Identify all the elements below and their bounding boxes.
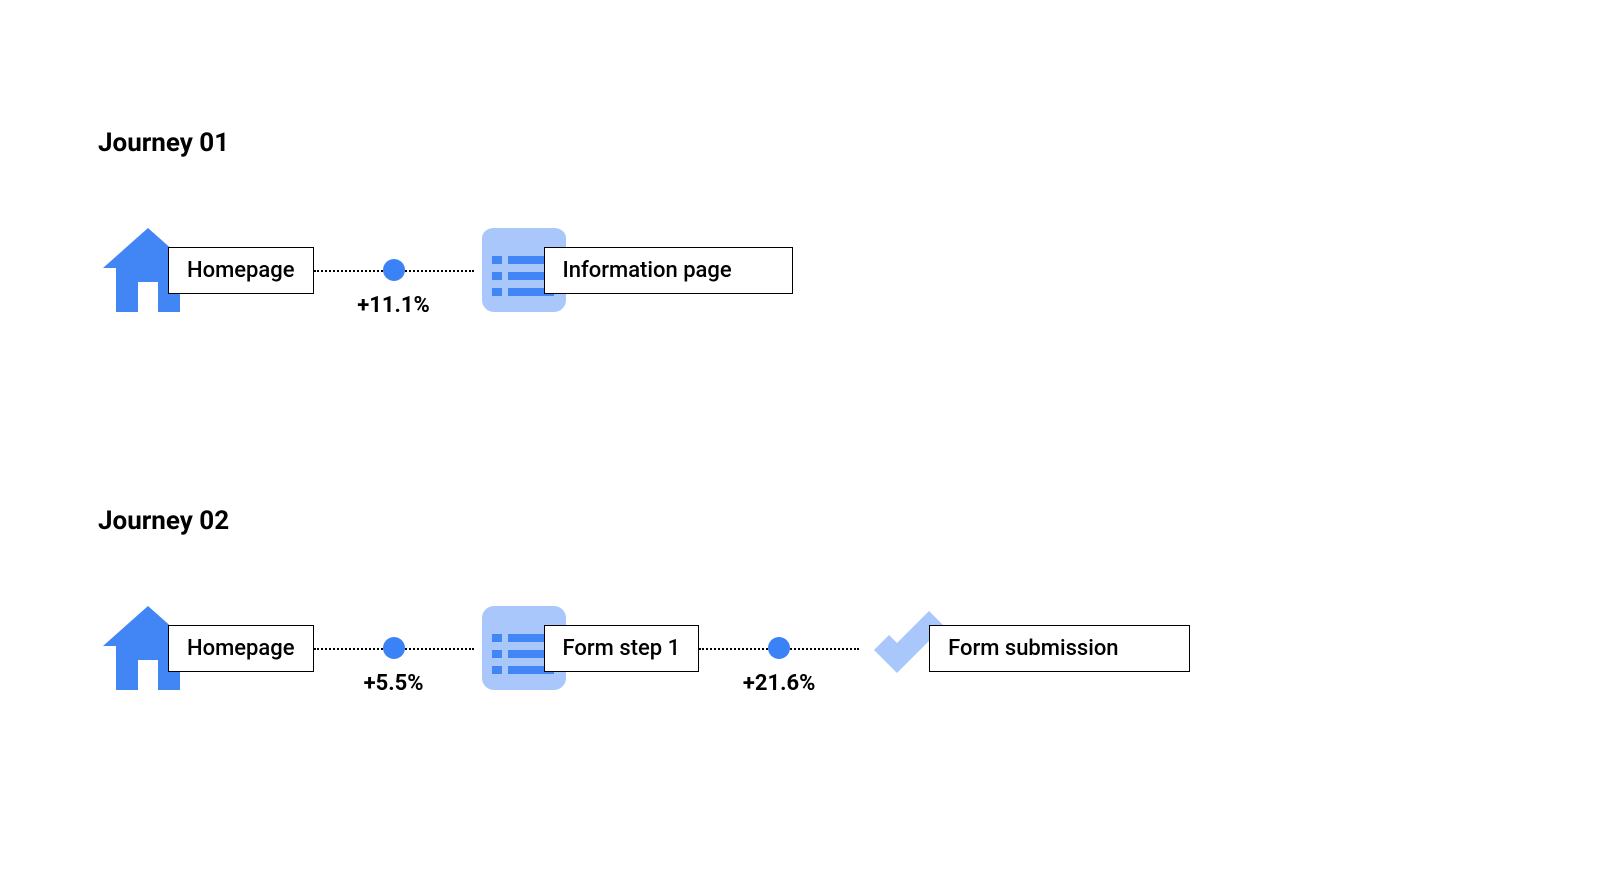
connector-dot-icon: [383, 637, 405, 659]
journey-title-1: Journey 01: [98, 128, 229, 158]
step-label-submission: Form submission: [929, 625, 1189, 672]
connector-dot-icon: [768, 637, 790, 659]
connector-dot-icon: [383, 259, 405, 281]
journey-1-flow: Homepage +11.1% Information page: [98, 220, 793, 320]
connector-value: +5.5%: [364, 671, 424, 696]
connector-value: +21.6%: [743, 671, 816, 696]
connector-2-2: +21.6%: [699, 637, 859, 659]
connector-1-1: +11.1%: [314, 259, 474, 281]
step-label-homepage: Homepage: [168, 247, 314, 294]
step-label-information: Information page: [544, 247, 793, 294]
journey-2-flow: Homepage +5.5% Form step 1 +21.6%: [98, 598, 1190, 698]
connector-value: +11.1%: [357, 293, 430, 318]
step-label-homepage-2: Homepage: [168, 625, 314, 672]
step-label-form1: Form step 1: [544, 625, 700, 672]
connector-2-1: +5.5%: [314, 637, 474, 659]
journey-title-2: Journey 02: [98, 506, 229, 536]
